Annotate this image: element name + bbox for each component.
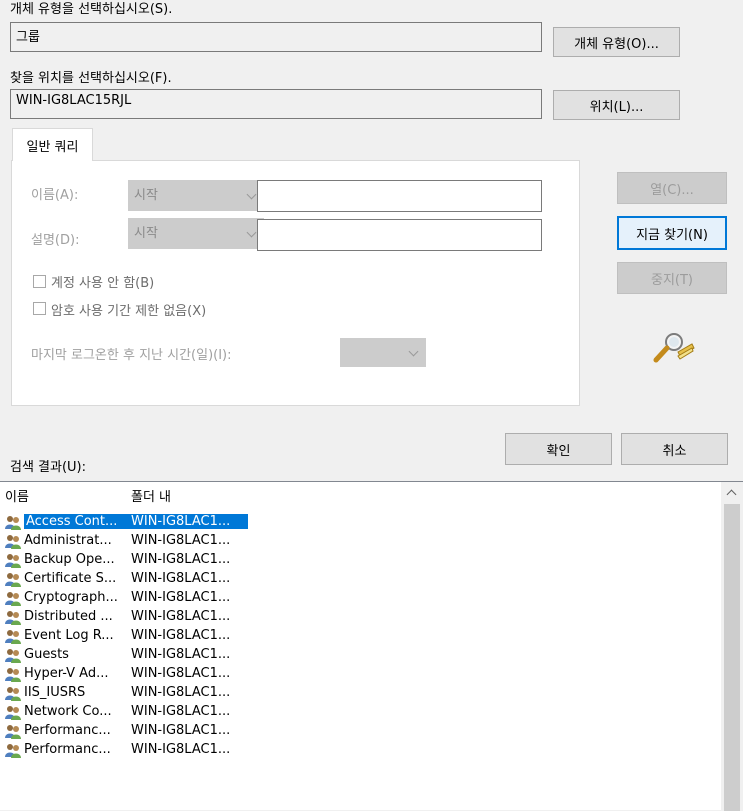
row-name: IIS_IUSRS <box>24 685 86 700</box>
group-icon <box>4 515 22 531</box>
group-icon <box>4 705 22 721</box>
object-type-label: 개체 유형을 선택하십시오(S). <box>10 2 173 17</box>
chevron-down-icon <box>246 227 257 237</box>
location-field: WIN-IG8LAC15RJL <box>10 89 542 119</box>
table-row[interactable]: Administrat... WIN-IG8LAC1... <box>0 532 260 551</box>
row-folder: WIN-IG8LAC1... <box>131 704 231 719</box>
row-folder: WIN-IG8LAC1... <box>131 628 231 643</box>
row-folder: WIN-IG8LAC1... <box>131 552 231 567</box>
group-icon <box>4 686 22 702</box>
group-icon <box>4 591 22 607</box>
vertical-scrollbar[interactable] <box>721 482 743 811</box>
row-folder: WIN-IG8LAC1... <box>131 666 231 681</box>
row-name: Performanc... <box>24 723 111 738</box>
row-name: Performanc... <box>24 742 111 757</box>
column-header-name[interactable]: 이름 <box>5 486 29 505</box>
row-name: Backup Ope... <box>24 552 115 567</box>
locations-button[interactable]: 위치(L)... <box>553 90 680 120</box>
row-name: Event Log R... <box>24 628 114 643</box>
common-queries-panel: 이름(A): 시작 설명(D): 시작 계정 사용 안 함(B) 암호 사용 기… <box>11 160 580 406</box>
row-name: Certificate S... <box>24 571 117 586</box>
row-name: Hyper-V Ad... <box>24 666 109 681</box>
group-icon <box>4 667 22 683</box>
row-name: Administrat... <box>24 533 112 548</box>
row-name: Distributed ... <box>24 609 113 624</box>
find-now-button[interactable]: 지금 찾기(N) <box>617 216 727 250</box>
row-name: Guests <box>24 647 69 662</box>
table-row[interactable]: Hyper-V Ad... WIN-IG8LAC1... <box>0 665 260 684</box>
object-type-field: 그룹 <box>10 22 542 52</box>
chevron-down-icon <box>246 189 257 199</box>
group-icon <box>4 610 22 626</box>
search-results-list[interactable]: 이름 폴더 내 Access Cont... WIN-IG8LAC1... Admi… <box>0 481 743 811</box>
group-icon <box>4 553 22 569</box>
row-folder: WIN-IG8LAC1... <box>131 533 231 548</box>
location-label: 찾을 위치를 선택하십시오(F). <box>10 71 172 86</box>
group-icon <box>4 572 22 588</box>
group-icon <box>4 629 22 645</box>
object-types-button[interactable]: 개체 유형(O)... <box>553 27 680 57</box>
table-row[interactable]: IIS_IUSRS WIN-IG8LAC1... <box>0 684 260 703</box>
row-folder: WIN-IG8LAC1... <box>131 590 231 605</box>
row-folder: WIN-IG8LAC1... <box>131 742 231 757</box>
name-label: 이름(A): <box>31 188 79 203</box>
non-expiring-password-checkbox[interactable] <box>33 302 46 315</box>
search-results-label: 검색 결과(U): <box>10 460 87 475</box>
description-input[interactable] <box>257 219 542 251</box>
table-row[interactable]: Backup Ope... WIN-IG8LAC1... <box>0 551 260 570</box>
group-icon <box>4 724 22 740</box>
table-row[interactable]: Distributed ... WIN-IG8LAC1... <box>0 608 260 627</box>
table-row[interactable]: Performanc... WIN-IG8LAC1... <box>0 741 260 760</box>
row-folder: WIN-IG8LAC1... <box>131 571 231 586</box>
disabled-accounts-checkbox[interactable] <box>33 275 46 288</box>
row-folder: WIN-IG8LAC1... <box>131 609 231 624</box>
tab-common-queries[interactable]: 일반 쿼리 <box>12 128 93 161</box>
name-input[interactable] <box>257 180 542 212</box>
table-row[interactable]: Performanc... WIN-IG8LAC1... <box>0 722 260 741</box>
name-match-combo[interactable]: 시작 <box>128 180 264 211</box>
row-folder: WIN-IG8LAC1... <box>131 685 231 700</box>
table-row[interactable]: Guests WIN-IG8LAC1... <box>0 646 260 665</box>
group-icon <box>4 743 22 759</box>
disabled-accounts-label: 계정 사용 안 함(B) <box>51 276 155 291</box>
description-match-combo[interactable]: 시작 <box>128 218 264 249</box>
non-expiring-password-label: 암호 사용 기간 제한 없음(X) <box>51 304 207 319</box>
group-icon <box>4 648 22 664</box>
table-row[interactable]: Event Log R... WIN-IG8LAC1... <box>0 627 260 646</box>
table-row[interactable]: Certificate S... WIN-IG8LAC1... <box>0 570 260 589</box>
row-folder: WIN-IG8LAC1... <box>131 723 231 738</box>
table-row[interactable]: Access Cont... WIN-IG8LAC1... <box>0 513 260 532</box>
column-header-folder[interactable]: 폴더 내 <box>131 486 171 505</box>
search-magnifier-icon <box>653 333 695 363</box>
group-icon <box>4 534 22 550</box>
cancel-button[interactable]: 취소 <box>621 433 728 465</box>
stop-button[interactable]: 중지(T) <box>617 262 727 294</box>
description-label: 설명(D): <box>31 233 80 248</box>
row-folder: WIN-IG8LAC1... <box>131 647 231 662</box>
row-name: Network Co... <box>24 704 112 719</box>
row-name: Cryptograph... <box>24 590 118 605</box>
table-row[interactable]: Cryptograph... WIN-IG8LAC1... <box>0 589 260 608</box>
columns-button[interactable]: 열(C)... <box>617 172 727 204</box>
chevron-down-icon <box>408 346 419 356</box>
name-match-value: 시작 <box>134 188 158 203</box>
chevron-up-icon[interactable] <box>726 489 737 500</box>
row-folder: WIN-IG8LAC1... <box>122 514 248 529</box>
row-name: Access Cont... <box>24 514 122 529</box>
days-since-logon-label: 마지막 로그온한 후 지난 시간(일)(I): <box>31 348 232 363</box>
scrollbar-thumb[interactable] <box>724 504 740 811</box>
description-match-value: 시작 <box>134 226 158 241</box>
ok-button[interactable]: 확인 <box>505 433 612 465</box>
days-since-logon-combo[interactable] <box>340 338 426 367</box>
table-row[interactable]: Network Co... WIN-IG8LAC1... <box>0 703 260 722</box>
